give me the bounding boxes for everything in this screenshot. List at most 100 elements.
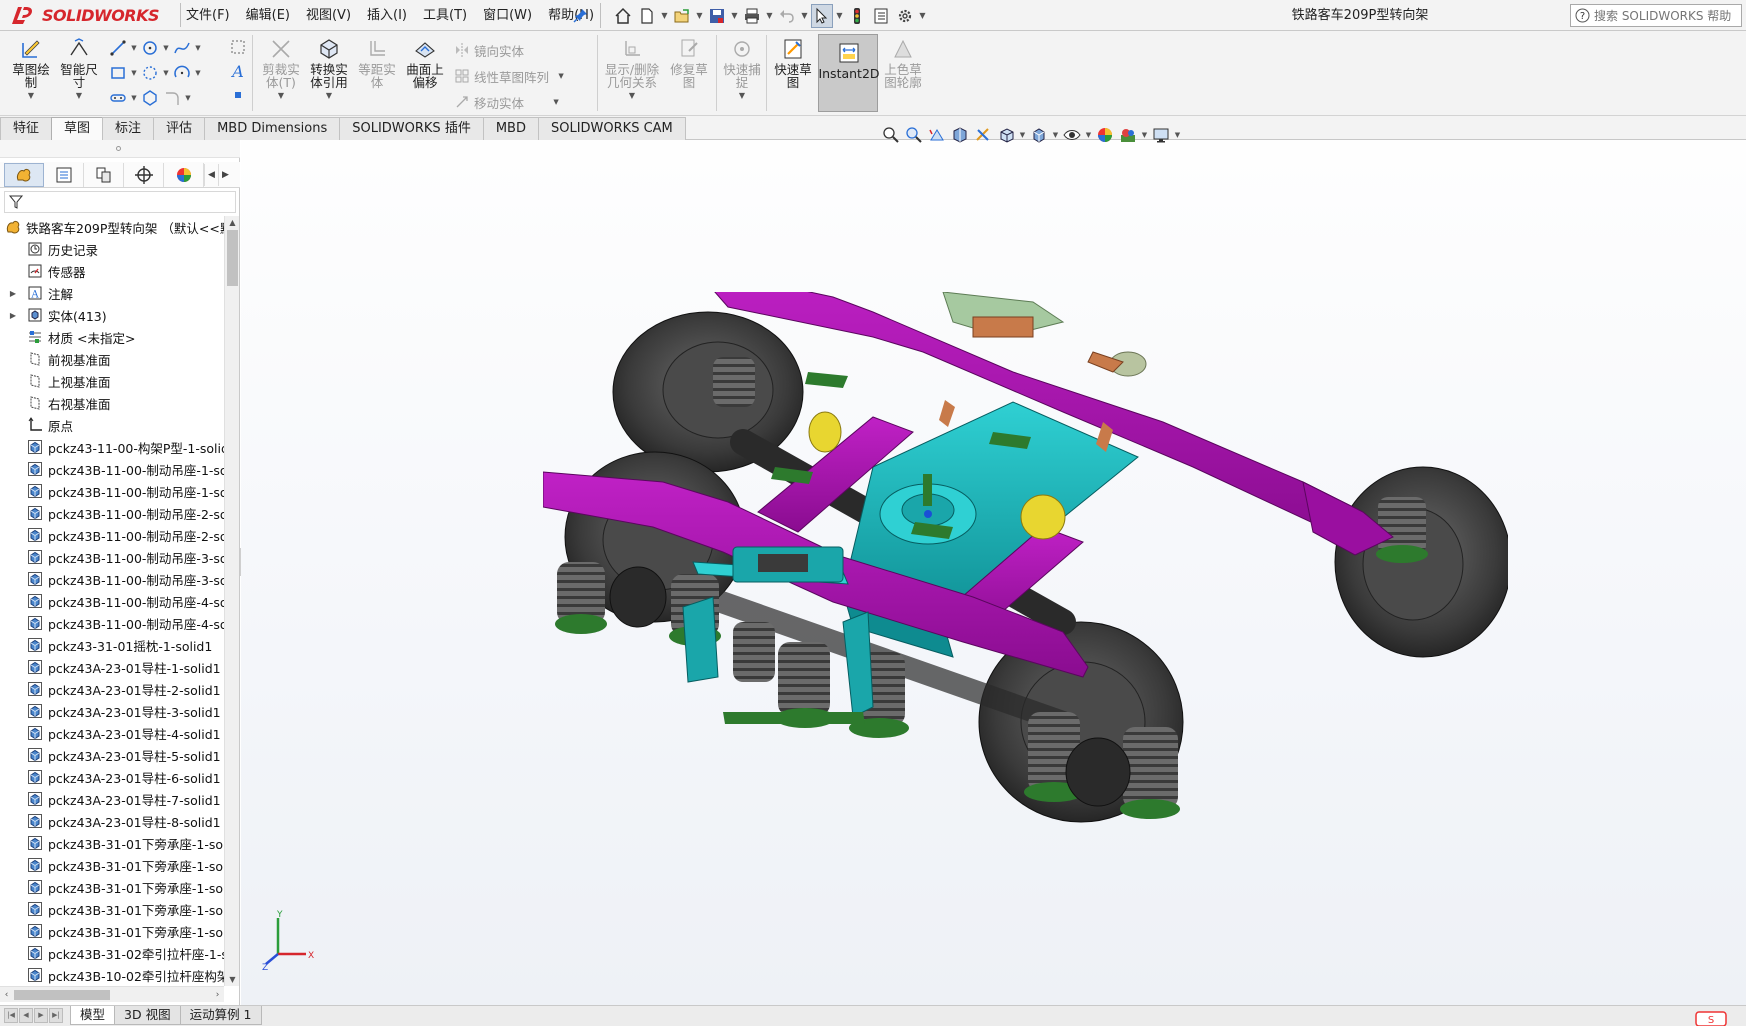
hscroll-thumb[interactable] (14, 990, 110, 1000)
save-button[interactable] (706, 4, 728, 28)
spline-tool-button[interactable] (172, 38, 192, 58)
tree-item[interactable]: pckz43B-11-00-制动吊座-2-solid1 (0, 502, 224, 524)
tree-item[interactable]: pckz43B-31-01下旁承座-1-solid2 (0, 854, 224, 876)
rebuild-button[interactable] (846, 4, 868, 28)
tree-item[interactable]: pckz43A-23-01导柱-4-solid1 (0, 722, 224, 744)
display-style-dropdown[interactable]: ▼ (1051, 131, 1060, 139)
new-dropdown[interactable]: ▼ (660, 4, 669, 28)
fillet-dropdown[interactable]: ▼ (184, 94, 192, 102)
menu-file[interactable]: 文件(F) (178, 0, 238, 31)
tree-item[interactable]: pckz43B-31-01下旁承座-1-solid1 (0, 832, 224, 854)
mirror-entities-button[interactable]: 镜向实体 (452, 39, 524, 61)
tab-model[interactable]: 模型 (70, 1006, 116, 1025)
help-search-input[interactable] (1594, 8, 1734, 23)
tree-item[interactable]: ▶ A 注解 (0, 282, 224, 304)
previous-view-button[interactable] (926, 124, 948, 146)
tab-3d-views[interactable]: 3D 视图 (114, 1006, 181, 1025)
scroll-thumb[interactable] (227, 230, 238, 286)
dimxpertmanager-tab[interactable] (124, 162, 164, 187)
tabs-scroll-right[interactable]: ▶ (218, 163, 232, 186)
view-orientation-dropdown[interactable]: ▼ (1018, 131, 1027, 139)
pin-icon[interactable] (573, 7, 589, 23)
display-style-button[interactable] (1028, 124, 1050, 146)
tree-item[interactable]: pckz43B-11-00-制动吊座-4-solid2 (0, 612, 224, 634)
next-tab-button[interactable]: ▶ (34, 1008, 48, 1023)
configurationmanager-tab[interactable] (84, 162, 124, 187)
undo-button[interactable] (776, 4, 798, 28)
options-dropdown[interactable]: ▼ (918, 4, 927, 28)
display-relations-dropdown[interactable]: ▼ (629, 89, 635, 102)
zoom-to-fit-button[interactable] (880, 124, 902, 146)
tab-markup[interactable]: 标注 (102, 117, 155, 140)
solidworks-logo[interactable]: SOLIDWORKS (8, 3, 182, 28)
tree-horizontal-scrollbar[interactable]: ‹ › (0, 986, 224, 1002)
linear-pattern-button[interactable]: 线性草图阵列 ▼ (452, 65, 565, 87)
select-dropdown[interactable]: ▼ (835, 4, 844, 28)
tree-item[interactable]: pckz43B-31-01下旁承座-1-solid3 (0, 876, 224, 898)
offset-on-surface-button[interactable]: 曲面上 偏移 (402, 37, 448, 89)
straight-slot-tool-button[interactable] (108, 88, 128, 108)
tree-item[interactable]: pckz43B-11-00-制动吊座-1-solid2 (0, 480, 224, 502)
tree-item[interactable]: 历史记录 (0, 238, 224, 260)
move-entities-button[interactable]: 移动实体 ▼ (452, 91, 560, 113)
menu-window[interactable]: 窗口(W) (475, 0, 540, 31)
hide-show-dropdown[interactable]: ▼ (1084, 131, 1093, 139)
smart-dimension-button[interactable]: 智能尺 寸 ▼ (56, 37, 102, 102)
view-settings-button[interactable] (1150, 124, 1172, 146)
tree-item[interactable]: pckz43A-23-01导柱-5-solid1 (0, 744, 224, 766)
tree-vertical-scrollbar[interactable]: ▲ ▼ (224, 216, 239, 986)
sketch-button[interactable]: 草图绘 制 ▼ (8, 37, 54, 102)
circle-dropdown[interactable]: ▼ (162, 44, 170, 52)
construction-geometry-button[interactable] (228, 37, 248, 57)
section-view-button[interactable] (949, 124, 971, 146)
print-button[interactable] (741, 4, 763, 28)
text-tool-button[interactable]: A (228, 61, 248, 81)
scroll-right-arrow[interactable]: › (211, 987, 224, 1003)
convert-entities-button[interactable]: 转换实 体引用 ▼ (306, 37, 352, 102)
scroll-down-arrow[interactable]: ▼ (225, 973, 240, 986)
displaymanager-tab[interactable] (164, 162, 204, 187)
tab-sketch[interactable]: 草图 (51, 117, 104, 140)
sketch-dropdown[interactable]: ▼ (28, 89, 34, 102)
new-document-button[interactable] (636, 4, 658, 28)
tree-item[interactable]: pckz43B-31-01下旁承座-1-solid5 (0, 920, 224, 942)
line-tool-button[interactable] (108, 38, 128, 58)
last-tab-button[interactable]: ▶| (49, 1008, 63, 1023)
dynamic-annotation-button[interactable] (972, 124, 994, 146)
slot-dropdown[interactable]: ▼ (162, 69, 170, 77)
tab-mbd-dimensions[interactable]: MBD Dimensions (204, 117, 341, 140)
tree-item[interactable]: 右视基准面 (0, 392, 224, 414)
expand-arrow[interactable]: ▶ (8, 311, 18, 320)
open-button[interactable] (671, 4, 693, 28)
tab-solidworks-cam[interactable]: SOLIDWORKS CAM (537, 117, 686, 140)
polygon-tool-button[interactable] (140, 88, 160, 108)
tab-evaluate[interactable]: 评估 (153, 117, 206, 140)
tree-item[interactable]: pckz43A-23-01导柱-7-solid1 (0, 788, 224, 810)
help-search-box[interactable]: ? (1570, 4, 1742, 27)
move-dropdown[interactable]: ▼ (552, 98, 560, 106)
featuremanager-tab[interactable] (4, 162, 44, 187)
home-button[interactable] (612, 4, 634, 28)
bogie-3d-model[interactable] (543, 292, 1508, 845)
convert-dropdown[interactable]: ▼ (326, 89, 332, 102)
tree-item[interactable]: pckz43B-11-00-制动吊座-2-solid2 (0, 524, 224, 546)
view-orientation-button[interactable] (995, 124, 1017, 146)
rapid-sketch-button[interactable]: 快速草 图 (770, 37, 816, 89)
undo-dropdown[interactable]: ▼ (800, 4, 809, 28)
options-button[interactable] (894, 4, 916, 28)
propertymanager-tab[interactable] (44, 162, 84, 187)
zoom-to-area-button[interactable] (903, 124, 925, 146)
tab-solidworks-addins[interactable]: SOLIDWORKS 插件 (339, 117, 484, 140)
line-dropdown[interactable]: ▼ (130, 44, 138, 52)
display-relations-button[interactable]: 显示/删除 几何关系 ▼ (602, 37, 662, 102)
file-properties-button[interactable] (870, 4, 892, 28)
tree-item[interactable]: pckz43B-11-00-制动吊座-3-solid1 (0, 546, 224, 568)
view-settings-dropdown[interactable]: ▼ (1173, 131, 1182, 139)
tree-item[interactable]: pckz43A-23-01导柱-8-solid1 (0, 810, 224, 832)
edit-appearance-button[interactable] (1094, 124, 1116, 146)
expand-arrow[interactable]: ▶ (8, 289, 18, 298)
print-dropdown[interactable]: ▼ (765, 4, 774, 28)
instant2d-button[interactable]: Instant2D (818, 34, 880, 112)
apply-scene-button[interactable] (1117, 124, 1139, 146)
tree-item[interactable]: pckz43B-11-00-制动吊座-4-solid1 (0, 590, 224, 612)
